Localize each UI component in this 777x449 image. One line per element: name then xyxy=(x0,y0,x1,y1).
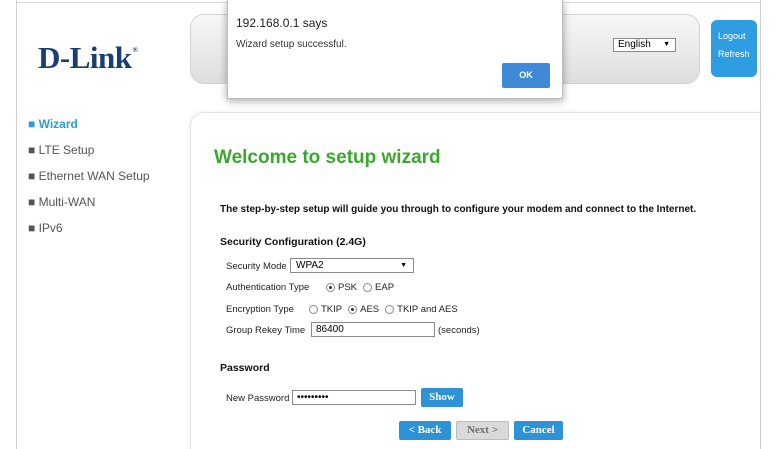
sidebar-item-label: Wizard xyxy=(38,117,78,131)
intro-text: The step-by-step setup will guide you th… xyxy=(220,204,697,215)
encryption-type-label: Encryption Type xyxy=(226,304,294,315)
logout-link[interactable]: Logout xyxy=(718,31,746,41)
new-password-label: New Password xyxy=(226,393,290,404)
nav-bullet-icon: ■ xyxy=(28,221,36,235)
nav-bullet-icon: ■ xyxy=(28,169,36,183)
auth-psk-option[interactable]: PSK xyxy=(326,282,357,293)
encryption-radio-group: TKIP AES TKIP and AES xyxy=(309,304,464,315)
radio-icon[interactable] xyxy=(309,305,318,314)
auth-type-radio-group: PSK EAP xyxy=(326,282,400,293)
cancel-button[interactable]: Cancel xyxy=(514,421,563,440)
account-box: Logout Refresh xyxy=(711,20,757,77)
sidebar-item-label: Multi-WAN xyxy=(38,195,96,209)
new-password-field[interactable]: ••••••••• xyxy=(292,390,416,405)
rekey-unit: (seconds) xyxy=(438,325,480,336)
security-section-title: Security Configuration (2.4G) xyxy=(220,236,366,248)
nav-bullet-icon: ■ xyxy=(28,143,36,157)
enc-aes-option[interactable]: AES xyxy=(348,304,379,315)
dlink-logo: D-Link® xyxy=(38,40,138,76)
refresh-link[interactable]: Refresh xyxy=(718,49,750,59)
sidebar-item-wizard[interactable]: ■ Wizard xyxy=(28,117,78,131)
logo-registered-mark: ® xyxy=(132,46,138,54)
auth-type-label: Authentication Type xyxy=(226,282,310,293)
sidebar-item-label: LTE Setup xyxy=(38,143,95,157)
back-button[interactable]: < Back xyxy=(399,421,451,440)
auth-eap-label: EAP xyxy=(375,282,395,293)
auth-eap-option[interactable]: EAP xyxy=(363,282,394,293)
radio-icon[interactable] xyxy=(385,305,395,314)
auth-psk-label: PSK xyxy=(338,282,358,293)
radio-icon[interactable] xyxy=(363,283,373,292)
enc-tkip-label: TKIP xyxy=(321,304,343,315)
nav-bullet-icon: ■ xyxy=(28,117,36,131)
rekey-time-label: Group Rekey Time xyxy=(226,325,306,336)
dialog-title: 192.168.0.1 says xyxy=(236,16,328,30)
sidebar-item-label: IPv6 xyxy=(38,221,63,235)
sidebar-item-multi-wan[interactable]: ■ Multi-WAN xyxy=(28,195,95,209)
security-mode-select[interactable]: WPA2 ▼ xyxy=(290,258,414,273)
logo-text: D-Link xyxy=(38,40,132,75)
security-mode-label: Security Mode xyxy=(226,261,287,272)
language-select[interactable]: English ▼ xyxy=(613,38,676,52)
enc-tkip-option[interactable]: TKIP xyxy=(309,304,342,315)
radio-selected-icon[interactable] xyxy=(348,305,358,314)
next-button[interactable]: Next > xyxy=(456,421,509,440)
rekey-time-input[interactable]: 86400 xyxy=(311,322,435,337)
show-password-button[interactable]: Show xyxy=(421,388,463,407)
chevron-down-icon: ▼ xyxy=(400,262,407,269)
frame-left-border xyxy=(16,0,17,449)
password-section-title: Password xyxy=(220,362,270,374)
dialog-message: Wizard setup successful. xyxy=(236,39,347,50)
radio-selected-icon[interactable] xyxy=(326,283,335,292)
sidebar-item-lte-setup[interactable]: ■ LTE Setup xyxy=(28,143,94,157)
nav-bullet-icon: ■ xyxy=(28,195,36,209)
enc-tkip-aes-option[interactable]: TKIP and AES xyxy=(385,304,458,315)
dialog-ok-button[interactable]: OK xyxy=(502,63,550,88)
sidebar-item-ethernet-wan[interactable]: ■ Ethernet WAN Setup xyxy=(28,169,150,183)
sidebar-item-label: Ethernet WAN Setup xyxy=(38,169,150,183)
language-value: English xyxy=(618,39,651,50)
security-mode-value: WPA2 xyxy=(296,260,324,271)
chevron-down-icon: ▼ xyxy=(663,41,670,48)
enc-aes-label: AES xyxy=(360,304,380,315)
page-title: Welcome to setup wizard xyxy=(214,147,441,168)
frame-right-border xyxy=(760,0,761,449)
enc-tkip-aes-label: TKIP and AES xyxy=(397,304,458,315)
sidebar-item-ipv6[interactable]: ■ IPv6 xyxy=(28,221,63,235)
